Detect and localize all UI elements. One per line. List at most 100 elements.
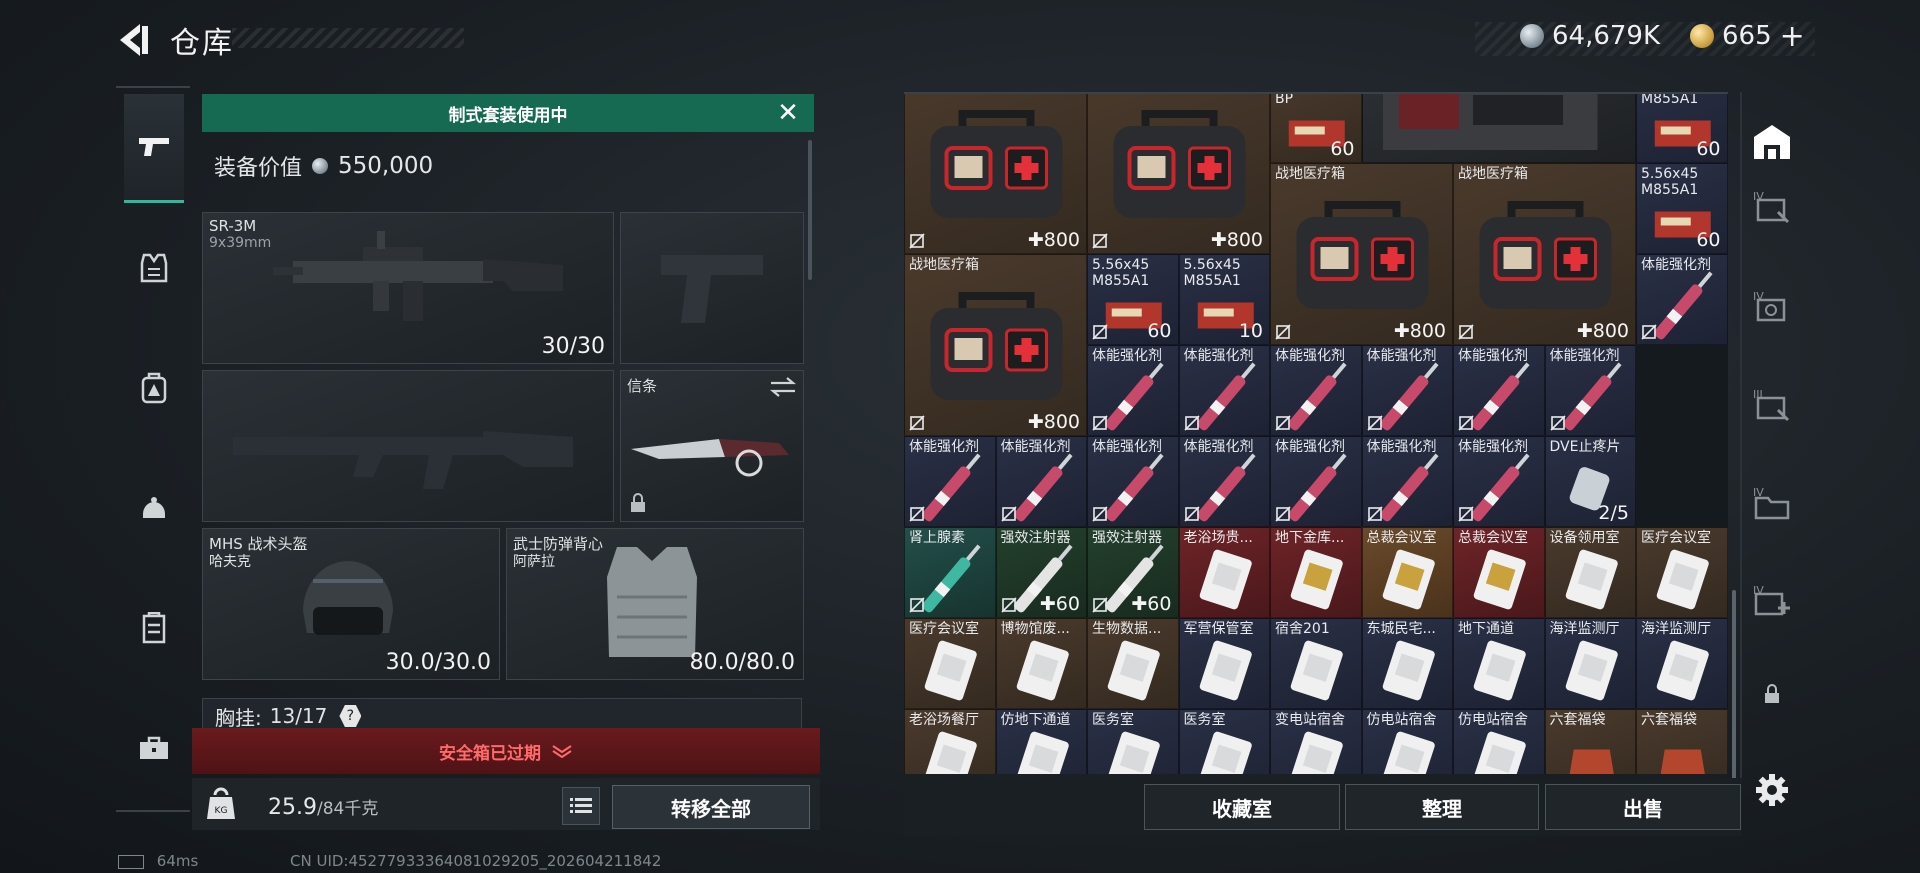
inventory-item[interactable]: 7.62x39 BP 60	[1270, 94, 1362, 163]
organize-button[interactable]: 整理	[1345, 784, 1539, 830]
sidebar-locked[interactable]	[1746, 668, 1798, 720]
inventory-item[interactable]: 5.56x45 M855A1 60	[1636, 94, 1728, 163]
pistol-slot[interactable]	[620, 212, 804, 364]
inventory-item[interactable]: 总裁会议室	[1453, 527, 1545, 618]
close-icon[interactable]: ✕	[774, 98, 802, 128]
inventory-item[interactable]: 生物数据...	[1087, 618, 1179, 709]
kit-banner: 制式套装使用中 ✕	[202, 94, 814, 132]
inventory-item[interactable]: 体能强化剂	[1270, 436, 1362, 527]
no-trade-icon	[1275, 506, 1291, 522]
gold-add-icon[interactable]: +	[1780, 19, 1805, 54]
primary-weapon-slot[interactable]: SR-3M 9x39mm 30/30	[202, 212, 614, 364]
inventory-item[interactable]: 体能强化剂	[995, 436, 1087, 527]
no-trade-icon	[1549, 415, 1566, 431]
inventory-item[interactable]: 博物馆废...	[995, 618, 1087, 709]
item-name: 医务室	[1183, 712, 1226, 728]
inventory-item[interactable]: 军营保管室	[1178, 618, 1270, 709]
inventory-item[interactable]: 强效注射器 ✚60	[995, 527, 1087, 618]
inventory-item[interactable]: 体能强化剂	[1087, 345, 1179, 436]
settings-button[interactable]	[1746, 764, 1798, 816]
inventory-item[interactable]: 体能强化剂	[1361, 345, 1453, 436]
back-button[interactable]	[112, 18, 152, 62]
inventory-item[interactable]: 医务室	[1087, 709, 1179, 774]
inventory-item[interactable]: 地下通道	[1453, 618, 1545, 709]
swap-icon[interactable]	[769, 377, 797, 397]
inventory-item[interactable]: 战地医疗箱✚800	[904, 254, 1087, 436]
inventory-item[interactable]: 医务室	[1178, 709, 1270, 774]
helmet-slot[interactable]: MHS 战术头盔 哈夫克 30.0/30.0	[202, 528, 500, 680]
help-icon[interactable]: ?	[339, 705, 362, 727]
inventory-item[interactable]: 老浴场贵...	[1178, 527, 1270, 618]
inventory-item[interactable]: 体能强化剂	[1453, 436, 1545, 527]
sidebar-tier4-safe[interactable]: IV	[1746, 280, 1798, 332]
secondary-weapon-slot[interactable]	[202, 370, 614, 522]
nav-helmet[interactable]	[124, 478, 184, 538]
inventory-item[interactable]: 六套福袋	[1544, 709, 1636, 774]
nav-backpack[interactable]	[124, 358, 184, 418]
inventory-item[interactable]	[1361, 94, 1636, 163]
safebox-expired-bar[interactable]: 安全箱已过期	[192, 728, 820, 774]
sell-button[interactable]: 出售	[1545, 784, 1741, 830]
inventory-item[interactable]: 体能强化剂	[1270, 345, 1362, 436]
transfer-all-button[interactable]: 转移全部	[612, 785, 810, 829]
item-name: 体能强化剂	[1458, 348, 1528, 364]
sidebar-tier4-case[interactable]: IV	[1746, 180, 1798, 232]
inventory-item[interactable]: 体能强化剂	[1453, 345, 1545, 436]
inventory-item[interactable]: 战地医疗箱✚800	[904, 94, 1087, 254]
inventory-item[interactable]: 仿电站宿舍	[1453, 709, 1545, 774]
inventory-item[interactable]: 体能强化剂	[1361, 436, 1453, 527]
list-view-button[interactable]	[562, 787, 600, 825]
nav-weapon[interactable]	[124, 94, 184, 203]
inventory-item[interactable]: 5.56x45 M855A1 60	[1636, 163, 1728, 254]
inventory-item[interactable]: 海洋监测厅	[1636, 618, 1728, 709]
inventory-item[interactable]: 体能强化剂	[1544, 345, 1636, 436]
silver-currency[interactable]: 64,679K	[1520, 18, 1660, 54]
scrollbar[interactable]	[808, 140, 812, 280]
collection-room-button[interactable]: 收藏室	[1144, 784, 1340, 830]
item-name: 地下金库...	[1275, 530, 1345, 546]
inventory-item[interactable]: 5.56x45 M855A1 10	[1178, 254, 1270, 345]
inventory-item[interactable]: 体能强化剂	[1087, 436, 1179, 527]
inventory-item[interactable]: 东城民宅...	[1361, 618, 1453, 709]
inventory-item[interactable]: 地下金库...	[1270, 527, 1362, 618]
inventory-item[interactable]: 肾上腺素	[904, 527, 996, 618]
no-trade-icon	[1000, 506, 1017, 522]
inventory-item[interactable]: 老浴场餐厅	[904, 709, 996, 774]
inventory-item[interactable]: 体能强化剂	[1178, 345, 1270, 436]
sidebar-tier4-folder[interactable]: IV	[1746, 476, 1798, 528]
inventory-item[interactable]: 海洋监测厅	[1544, 618, 1636, 709]
sidebar-tier4-add[interactable]: IV	[1746, 574, 1798, 626]
sidebar-warehouse[interactable]	[1746, 116, 1798, 168]
scrollbar[interactable]	[1732, 590, 1736, 790]
inventory-item[interactable]: 六套福袋	[1636, 709, 1728, 774]
inventory-item[interactable]: 仿电站宿舍	[1361, 709, 1453, 774]
inventory-item[interactable]: 总裁会议室	[1361, 527, 1453, 618]
inventory-item[interactable]: 5.56x45 M855A1 60	[1087, 254, 1179, 345]
inventory-item[interactable]: 宿舍201	[1270, 618, 1362, 709]
inventory-item[interactable]: 医疗会议室	[904, 618, 996, 709]
inventory-item[interactable]: 战地医疗箱✚800	[1453, 163, 1636, 345]
nav-container[interactable]	[124, 598, 184, 658]
melee-slot[interactable]: 信条	[620, 370, 804, 522]
inventory-item[interactable]: 体能强化剂	[904, 436, 996, 527]
nav-briefcase[interactable]	[124, 718, 184, 778]
gold-currency[interactable]: 665 +	[1690, 18, 1805, 54]
sidebar-tier3-case[interactable]: III	[1746, 378, 1798, 430]
inventory-item[interactable]: 强效注射器 ✚60	[1087, 527, 1179, 618]
inventory-item[interactable]: 体能强化剂	[1178, 436, 1270, 527]
item-name: 变电站宿舍	[1275, 712, 1345, 728]
inventory-item[interactable]: 变电站宿舍	[1270, 709, 1362, 774]
inventory-item[interactable]: DVE止疼片 2/5	[1544, 436, 1636, 527]
inventory-item[interactable]: 医疗会议室	[1636, 527, 1728, 618]
vest-slot[interactable]: 武士防弹背心 阿萨拉 80.0/80.0	[506, 528, 804, 680]
safebox-expired-text: 安全箱已过期	[439, 743, 541, 764]
nav-armor[interactable]	[124, 238, 184, 298]
inventory-item[interactable]: 体能强化剂	[1636, 254, 1728, 345]
inventory-item[interactable]: 战地医疗箱✚800	[1087, 94, 1270, 254]
inventory-item[interactable]: 战地医疗箱✚800	[1270, 163, 1453, 345]
item-name: 体能强化剂	[1092, 348, 1162, 364]
inventory-item[interactable]: 仿地下通道	[995, 709, 1087, 774]
uid-text: CN UID:4527793336408102920​5_20260421184…	[290, 852, 662, 870]
inventory-item[interactable]: 设备领用室	[1544, 527, 1636, 618]
item-name: 老浴场餐厅	[909, 712, 979, 728]
